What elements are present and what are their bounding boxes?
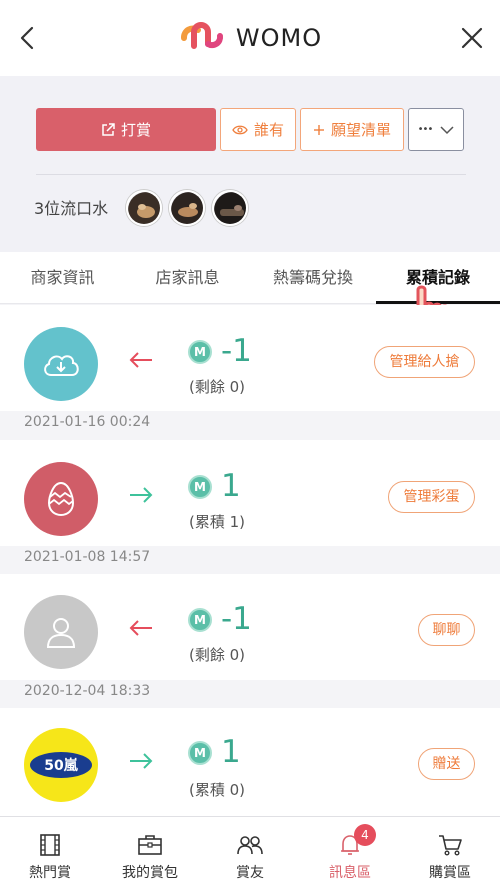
user-icon xyxy=(46,618,76,648)
record-amount: -1 xyxy=(221,333,252,369)
record-balance: (剩餘 0) xyxy=(189,378,246,396)
film-icon xyxy=(40,834,60,856)
tab-merchant-info[interactable]: 商家資訊 xyxy=(0,252,125,304)
record-amount: -1 xyxy=(221,601,252,637)
nav-hot-rewards[interactable]: 熱門賞 xyxy=(0,817,100,889)
record-item: 50嵐 M 1 (累積 0) 贈送 xyxy=(0,708,500,816)
coin-icon: M xyxy=(188,741,212,765)
brand-title: WOMO xyxy=(235,24,323,52)
brand-logo-icon: 50嵐 xyxy=(30,752,92,778)
who-has-button[interactable]: 誰有 xyxy=(220,108,296,151)
coin-icon: M xyxy=(188,475,212,499)
record-avatar: 50嵐 xyxy=(24,728,98,802)
nav-label: 熱門賞 xyxy=(29,865,71,881)
record-date-row: 2021-01-08 14:57 xyxy=(0,546,500,570)
briefcase-icon xyxy=(138,835,162,855)
record-balance: (累積 1) xyxy=(189,513,246,531)
arrow-in-icon xyxy=(130,487,153,503)
reward-button[interactable]: 打賞 xyxy=(36,108,216,151)
arrow-out-icon xyxy=(129,620,152,636)
egg-icon xyxy=(47,481,75,517)
record-date: 2021-01-16 00:24 xyxy=(24,414,151,430)
action-area: 打賞 誰有 願望清單 ••• 3位流口水 xyxy=(0,76,500,252)
more-button[interactable]: ••• xyxy=(408,108,464,151)
record-avatar xyxy=(24,462,98,536)
friends-icon xyxy=(237,836,263,855)
back-arrow-icon[interactable] xyxy=(14,24,42,52)
arrow-out-icon xyxy=(129,352,152,368)
record-date-row: 2020-12-04 18:33 xyxy=(0,680,500,704)
bottom-nav: 熱門賞 我的賞包 賞友 4 訊息區 購賞區 xyxy=(0,816,500,889)
coin-icon: M xyxy=(188,608,212,632)
reward-label: 打賞 xyxy=(120,121,151,139)
divider xyxy=(36,174,466,175)
more-dots: ••• xyxy=(417,124,434,135)
chat-button[interactable]: 聊聊 xyxy=(418,614,475,646)
avatar[interactable] xyxy=(169,190,205,226)
nav-label: 購賞區 xyxy=(429,865,471,881)
nav-label: 我的賞包 xyxy=(122,865,178,881)
record-balance: (累積 0) xyxy=(189,781,246,799)
close-icon[interactable] xyxy=(458,24,486,52)
top-bar: WOMO xyxy=(0,0,500,76)
cart-icon xyxy=(439,835,462,856)
external-link-icon xyxy=(102,122,115,136)
record-date-row: 2021-01-16 00:24 xyxy=(0,411,500,435)
nav-shop[interactable]: 購賞區 xyxy=(400,817,500,889)
record-item: M 1 (累積 1) 管理彩蛋 xyxy=(0,440,500,546)
wishlist-label: 願望清單 xyxy=(330,121,391,139)
nav-label: 訊息區 xyxy=(329,865,371,881)
record-date: 2021-01-08 14:57 xyxy=(24,549,151,565)
record-balance: (剩餘 0) xyxy=(189,646,246,664)
manage-giveaway-button[interactable]: 管理給人搶 xyxy=(374,346,475,378)
coin-icon: M xyxy=(188,340,212,364)
tab-store-messages[interactable]: 店家訊息 xyxy=(125,252,250,304)
womo-logo-icon xyxy=(180,22,223,49)
plus-icon xyxy=(313,124,324,135)
record-item: M -1 (剩餘 0) 管理給人搶 xyxy=(0,305,500,411)
arrow-in-icon xyxy=(130,753,153,769)
record-avatar xyxy=(24,595,98,669)
manage-easter-egg-button[interactable]: 管理彩蛋 xyxy=(388,481,475,513)
gift-button[interactable]: 贈送 xyxy=(418,748,475,780)
record-item: M -1 (剩餘 0) 聊聊 xyxy=(0,574,500,680)
nav-messages[interactable]: 4 訊息區 xyxy=(300,817,400,889)
record-amount: 1 xyxy=(221,734,241,770)
nav-friends[interactable]: 賞友 xyxy=(200,817,300,889)
nav-label: 賞友 xyxy=(236,865,264,881)
cloud-download-icon xyxy=(44,355,79,376)
who-has-label: 誰有 xyxy=(253,121,284,139)
brand: WOMO xyxy=(178,20,322,56)
record-amount: 1 xyxy=(221,468,241,504)
record-date: 2020-12-04 18:33 xyxy=(24,683,151,699)
avatar[interactable] xyxy=(126,190,162,226)
svg-text:50嵐: 50嵐 xyxy=(44,758,78,774)
avatar[interactable] xyxy=(212,190,248,226)
eye-icon xyxy=(232,125,248,134)
chevron-down-icon xyxy=(440,125,454,134)
tab-chip-exchange[interactable]: 熱籌碼兌換 xyxy=(250,252,376,304)
wishlist-button[interactable]: 願望清單 xyxy=(300,108,404,151)
nav-my-rewards[interactable]: 我的賞包 xyxy=(100,817,200,889)
drool-count: 3位流口水 xyxy=(34,199,109,218)
record-avatar xyxy=(24,327,98,401)
notification-badge: 4 xyxy=(354,824,376,846)
